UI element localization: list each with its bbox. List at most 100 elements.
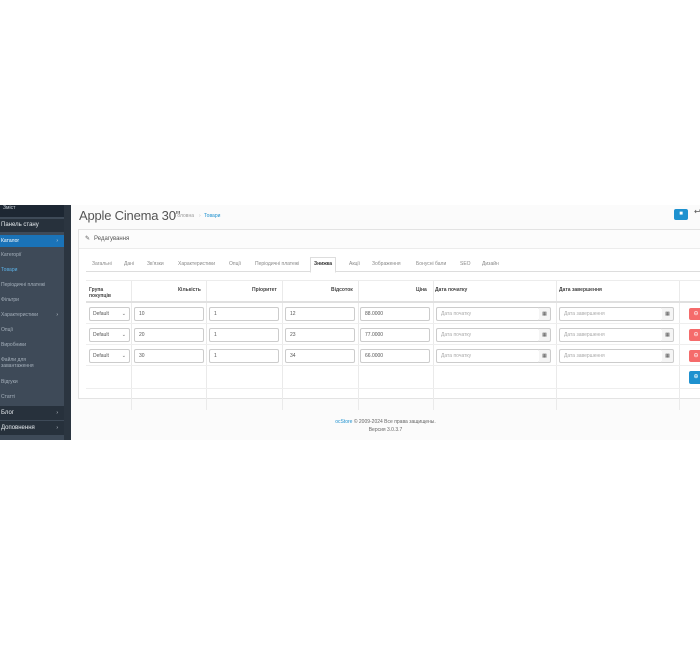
sidebar-item-label: Періодичні платежі — [1, 282, 46, 288]
sidebar-item-products[interactable]: Товари — [0, 267, 64, 273]
price-input[interactable]: 77.0000 — [360, 328, 430, 342]
calendar-icon[interactable]: ▦ — [662, 328, 674, 342]
tab-recurring[interactable]: Періодичні платежі — [252, 257, 302, 272]
header-date-end: Дата завершення — [559, 287, 602, 293]
sidebar-header: Зміст — [0, 205, 64, 217]
main-content: Apple Cinema 30" Головна › Товари ■ ↩ ✎ … — [71, 205, 700, 440]
panel-title: Редагування — [94, 236, 130, 242]
chevron-down-icon: ⌄ — [121, 353, 126, 359]
tab-links[interactable]: Зв'язки — [144, 257, 167, 272]
chevron-down-icon: ⌄ — [121, 332, 126, 338]
tab-images[interactable]: Зображення — [369, 257, 404, 272]
tab-reward-points[interactable]: Бонусні бали — [413, 257, 449, 272]
tab-special[interactable]: Акції — [346, 257, 363, 272]
sidebar-item-extensions[interactable]: Доповнення › — [0, 421, 64, 435]
percent-input[interactable]: 34 — [285, 349, 355, 363]
minus-circle-icon: ⊖ — [693, 353, 699, 359]
header-customer-group: Група покупців — [89, 287, 111, 299]
table-row: Default ⌄ 20 1 23 77.0000 Дата початку ▦ … — [86, 325, 700, 345]
chevron-right-icon: › — [56, 410, 58, 416]
header-quantity: Кількість — [178, 287, 201, 293]
sidebar-item-label: Виробники — [1, 342, 27, 348]
plus-circle-icon: ⊕ — [693, 374, 699, 380]
save-icon: ■ — [679, 211, 683, 217]
sidebar-item-label: Доповнення — [1, 425, 35, 431]
minus-circle-icon: ⊖ — [693, 311, 699, 317]
chevron-right-icon: › — [56, 312, 58, 318]
calendar-icon[interactable]: ▦ — [539, 307, 551, 321]
sidebar-item-blog[interactable]: Блог › — [0, 406, 64, 420]
customer-group-select[interactable]: Default ⌄ — [89, 328, 130, 342]
sidebar-item-label: Товари — [1, 267, 18, 273]
remove-row-button[interactable]: ⊖ — [689, 308, 700, 320]
date-end-input[interactable]: Дата завершення — [559, 307, 663, 321]
date-start-input[interactable]: Дата початку — [436, 307, 540, 321]
panel-heading: ✎ Редагування — [79, 230, 700, 249]
date-end-input[interactable]: Дата завершення — [559, 328, 663, 342]
tab-design[interactable]: Дизайн — [479, 257, 502, 272]
priority-input[interactable]: 1 — [209, 328, 279, 342]
sidebar-item-label: Каталог — [1, 238, 20, 244]
quantity-input[interactable]: 10 — [134, 307, 204, 321]
sidebar-item-dashboard[interactable]: Панель стану — [0, 219, 64, 232]
price-input[interactable]: 66.0000 — [360, 349, 430, 363]
sidebar-item-label: Панель стану — [1, 222, 39, 228]
sidebar-item-manufacturers[interactable]: Виробники — [0, 342, 64, 348]
sidebar-item-downloads[interactable]: Файли для завантаження — [0, 357, 64, 369]
percent-input[interactable]: 23 — [285, 328, 355, 342]
add-discount-button[interactable]: ⊕ — [689, 371, 700, 384]
tab-general[interactable]: Загальні — [89, 257, 115, 272]
date-start-input[interactable]: Дата початку — [436, 349, 540, 363]
sidebar-item-recurring[interactable]: Періодичні платежі — [0, 282, 64, 288]
calendar-icon[interactable]: ▦ — [539, 349, 551, 363]
sidebar-item-reviews[interactable]: Відгуки — [0, 379, 64, 385]
pencil-icon: ✎ — [85, 236, 91, 242]
tab-data[interactable]: Дані — [121, 257, 137, 272]
footer-copyright: ocStore © 2009-2024 Все права защищены. — [71, 419, 700, 425]
header-percent: Відсоток — [331, 287, 353, 293]
edit-panel: ✎ Редагування Загальні Дані Зв'язки Хара… — [78, 229, 700, 410]
sidebar-item-categories[interactable]: Категорії — [0, 252, 64, 258]
calendar-icon[interactable]: ▦ — [539, 328, 551, 342]
page-title: Apple Cinema 30" — [79, 208, 181, 223]
sidebar-scrollbar[interactable] — [64, 205, 71, 440]
tab-seo[interactable]: SEO — [457, 257, 474, 272]
breadcrumb-home[interactable]: Головна — [175, 213, 194, 219]
table-row: Default ⌄ 30 1 34 66.0000 Дата початку ▦ … — [86, 346, 700, 366]
percent-input[interactable]: 12 — [285, 307, 355, 321]
table-footer-row: ⊕ — [86, 367, 700, 389]
date-end-input[interactable]: Дата завершення — [559, 349, 663, 363]
sidebar-item-articles[interactable]: Статті — [0, 394, 64, 400]
sidebar-item-attributes[interactable]: Характеристики › — [0, 312, 64, 318]
sidebar-item-options[interactable]: Опції — [0, 327, 64, 333]
table-header: Група покупців Кількість Пріоритет Відсот… — [86, 280, 700, 303]
customer-group-select[interactable]: Default ⌄ — [89, 307, 130, 321]
table-row: Default ⌄ 10 1 12 88.0000 Дата початку ▦ … — [86, 304, 700, 324]
calendar-icon[interactable]: ▦ — [662, 307, 674, 321]
sidebar-item-label: Характеристики — [1, 312, 39, 318]
calendar-icon[interactable]: ▦ — [662, 349, 674, 363]
tab-discount[interactable]: Знижка — [310, 257, 337, 273]
sidebar-item-filters[interactable]: Фільтри — [0, 297, 64, 303]
sidebar-item-label: Відгуки — [1, 379, 18, 385]
quantity-input[interactable]: 30 — [134, 349, 204, 363]
customer-group-select[interactable]: Default ⌄ — [89, 349, 130, 363]
admin-screenshot: Зміст Панель стану Каталог › Категорії То… — [0, 205, 700, 440]
quantity-input[interactable]: 20 — [134, 328, 204, 342]
sidebar-item-catalog[interactable]: Каталог › — [0, 235, 64, 247]
footer-copyright-text: © 2009-2024 Все права защищены. — [353, 419, 436, 425]
save-button[interactable]: ■ — [674, 209, 688, 220]
sidebar-item-label: Категорії — [1, 252, 22, 258]
priority-input[interactable]: 1 — [209, 307, 279, 321]
price-input[interactable]: 88.0000 — [360, 307, 430, 321]
footer-brand-link[interactable]: ocStore — [335, 419, 352, 425]
sidebar-item-label: Статті — [1, 394, 16, 400]
tab-attributes[interactable]: Характеристики — [175, 257, 218, 272]
remove-row-button[interactable]: ⊖ — [689, 329, 700, 341]
priority-input[interactable]: 1 — [209, 349, 279, 363]
date-start-input[interactable]: Дата початку — [436, 328, 540, 342]
remove-row-button[interactable]: ⊖ — [689, 350, 700, 362]
back-icon[interactable]: ↩ — [694, 207, 700, 216]
tab-options[interactable]: Опції — [226, 257, 244, 272]
breadcrumb-products[interactable]: Товари — [204, 213, 220, 219]
